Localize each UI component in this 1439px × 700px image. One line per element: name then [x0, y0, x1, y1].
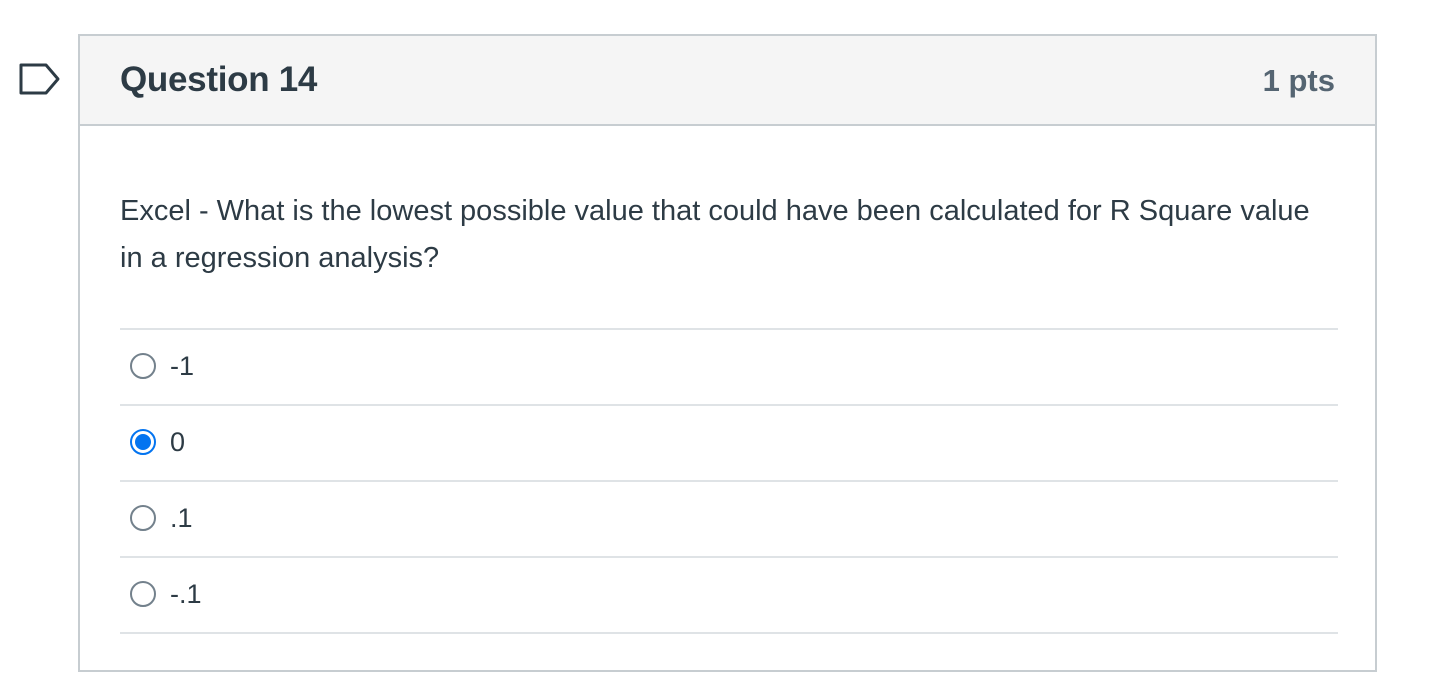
answer-option[interactable]: -.1	[120, 558, 1338, 634]
answer-label: .1	[170, 503, 193, 533]
question-header: Question 14 1 pts	[80, 36, 1375, 126]
question-points: 1 pts	[1262, 63, 1335, 98]
answer-label: -1	[170, 351, 195, 381]
answer-option[interactable]: .1	[120, 482, 1338, 558]
radio-button[interactable]	[130, 581, 156, 607]
flag-question-icon[interactable]	[18, 62, 62, 96]
answer-label: -.1	[170, 579, 202, 609]
answer-list: -1 0 .1 -.1	[120, 328, 1338, 634]
answer-label: 0	[170, 427, 186, 457]
radio-button[interactable]	[130, 353, 156, 379]
radio-button[interactable]	[130, 505, 156, 531]
answer-option[interactable]: -1	[120, 330, 1338, 406]
question-card: Question 14 1 pts Excel - What is the lo…	[78, 34, 1377, 672]
radio-button-selected[interactable]	[130, 429, 156, 455]
question-text: Excel - What is the lowest possible valu…	[120, 195, 1310, 274]
question-title: Question 14	[120, 60, 318, 99]
answer-option[interactable]: 0	[120, 406, 1338, 482]
